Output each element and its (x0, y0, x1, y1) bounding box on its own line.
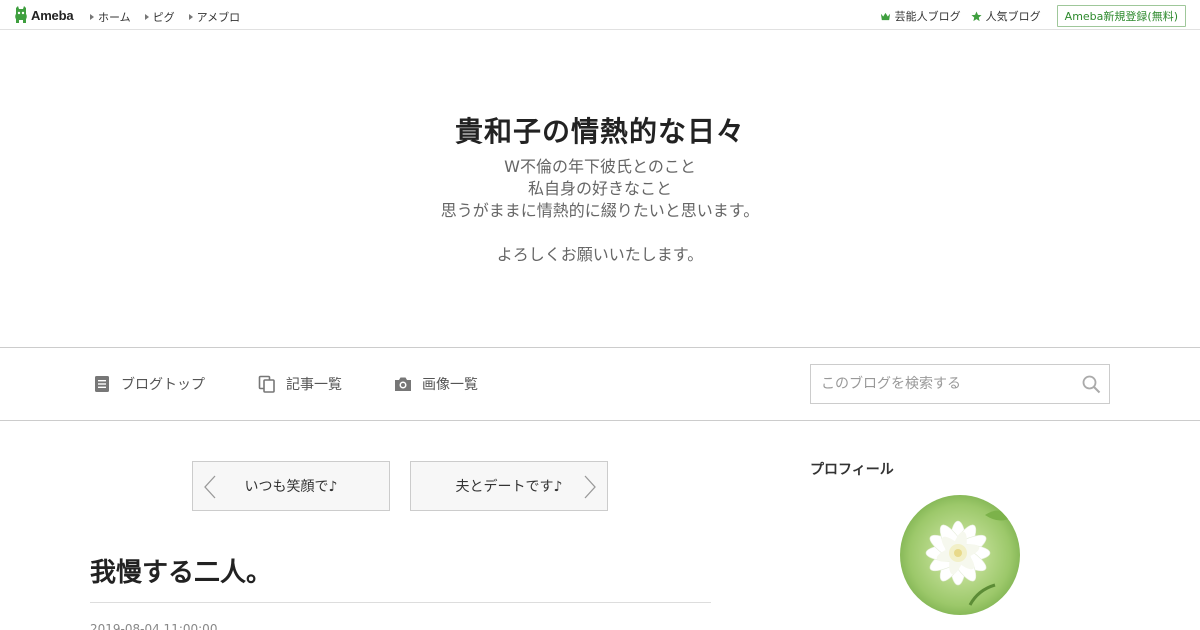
copy-icon (258, 375, 275, 393)
triangle-right-icon (144, 14, 149, 20)
blog-header: 貴和子の情熱的な日々 W不倫の年下彼氏とのこと 私自身の好きなこと 思うがままに… (0, 30, 1200, 348)
flower-image (900, 495, 1020, 615)
star-icon (971, 10, 982, 21)
top-nav-home[interactable]: ホーム (90, 9, 131, 25)
nav-blog-top[interactable]: ブログトップ (93, 374, 205, 394)
global-header: Ameba ホーム ピグ アメブロ 芸能人ブログ 人気ブログ Ameba新規登録… (0, 0, 1200, 30)
camera-icon (395, 377, 411, 391)
chevron-left-icon (204, 475, 216, 499)
next-article-button[interactable]: 夫とデートです♪ (410, 461, 608, 511)
prev-article-button[interactable]: いつも笑顔で♪ (192, 461, 390, 511)
top-nav-pigg[interactable]: ピグ (144, 9, 175, 25)
nav-image-list[interactable]: 画像一覧 (394, 374, 478, 394)
top-nav: ホーム ピグ アメブロ (90, 9, 240, 25)
article-date: 2019-08-04 11:00:00 (90, 622, 218, 630)
top-nav-ameblo[interactable]: アメブロ (188, 9, 240, 25)
triangle-right-icon (188, 14, 193, 20)
profile-avatar[interactable] (900, 495, 1020, 615)
nav-article-list[interactable]: 記事一覧 (258, 374, 342, 394)
popular-blog-link[interactable]: 人気ブログ (971, 8, 1041, 24)
blog-description: W不倫の年下彼氏とのこと 私自身の好きなこと 思うがままに情熱的に綴りたいと思い… (440, 157, 760, 264)
divider (90, 602, 711, 603)
search-input[interactable] (811, 365, 1061, 403)
crown-icon (880, 12, 890, 20)
signup-button[interactable]: Ameba新規登録(無料) (1056, 5, 1186, 27)
document-icon (95, 376, 109, 392)
chevron-right-icon (584, 475, 596, 499)
celebrity-blog-link[interactable]: 芸能人ブログ (880, 8, 961, 24)
logo-text: Ameba (31, 7, 74, 23)
article-title[interactable]: 我慢する二人。 (90, 552, 272, 589)
ameba-mascot-icon (15, 6, 27, 23)
blog-nav: ブログトップ 記事一覧 画像一覧 (0, 347, 1200, 421)
triangle-right-icon (90, 14, 94, 20)
blog-title[interactable]: 貴和子の情熱的な日々 (0, 110, 1200, 150)
search-icon[interactable] (1081, 374, 1101, 394)
blog-search (810, 364, 1110, 404)
top-right-links: 芸能人ブログ 人気ブログ Ameba新規登録(無料) (880, 5, 1186, 27)
sidebar-profile-heading: プロフィール (810, 462, 894, 478)
ameba-logo[interactable]: Ameba (14, 6, 74, 24)
